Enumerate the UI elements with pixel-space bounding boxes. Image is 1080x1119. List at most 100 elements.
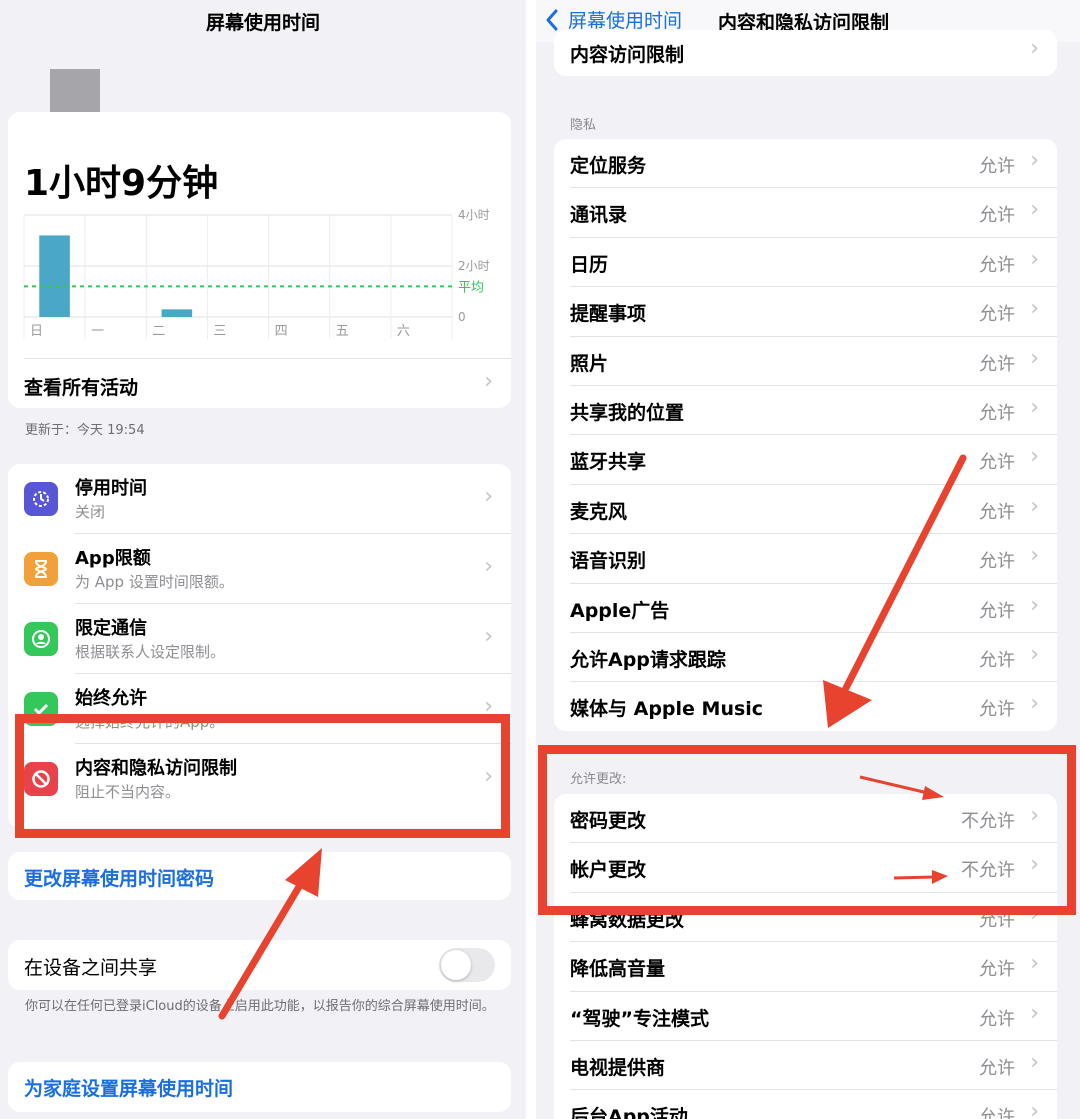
changes-row-value: 允许 [979,1107,1015,1119]
privacy-row-label: Apple广告 [570,599,670,622]
privacy-row-label: 日历 [570,253,609,276]
app-limits-row[interactable]: App限额 为 App 设置时间限额。 › [8,534,511,604]
chevron-right-icon: › [1030,642,1039,667]
privacy-row[interactable]: 提醒事项 允许 › [554,287,1057,336]
privacy-header: 隐私 [570,118,597,133]
changes-row-label: 后台App活动 [570,1106,688,1119]
page-title: 屏幕使用时间 [205,12,320,34]
downtime-title: 停用时间 [75,478,147,499]
privacy-row-label: 语音识别 [570,550,647,573]
privacy-row-label: 定位服务 [570,155,647,177]
privacy-row-value: 允许 [979,353,1015,375]
chevron-right-icon: › [1030,592,1039,618]
y-tick-label: 2小时 [458,259,490,273]
family-setup-card: 为家庭设置屏幕使用时间 [8,1062,511,1112]
chevron-right-icon: › [1030,1099,1039,1119]
privacy-row-value: 允许 [979,304,1015,326]
changes-row-value: 允许 [979,1058,1015,1079]
average-label: 平均 [458,280,484,295]
changes-row-value: 允许 [979,1008,1015,1030]
total-time: 1小时9分钟 [24,163,219,204]
privacy-row-label: 媒体与 Apple Music [570,698,764,721]
family-setup-link[interactable]: 为家庭设置屏幕使用时间 [24,1074,233,1101]
content-restrictions-label[interactable]: 内容访问限制 [570,40,684,67]
highlight-box-content-privacy [15,714,510,838]
privacy-row-value: 允许 [979,600,1015,622]
chevron-right-icon: › [484,624,493,649]
share-across-devices-label: 在设备之间共享 [24,957,158,979]
changes-row-label: 电视提供商 [570,1057,666,1079]
chevron-right-icon: › [1030,246,1039,272]
chevron-right-icon: › [1030,1000,1039,1026]
back-button[interactable]: 屏幕使用时间 [544,6,682,33]
chevron-right-icon: › [1030,1050,1039,1075]
privacy-row[interactable]: 媒体与 Apple Music 允许 › [554,682,1057,731]
privacy-row-value: 允许 [979,551,1015,573]
chevron-right-icon: › [1030,296,1039,322]
always-allowed-title: 始终允许 [75,688,147,709]
privacy-row-label: 照片 [570,352,609,375]
share-toggle[interactable] [439,948,495,982]
privacy-row-value: 允许 [979,156,1015,177]
changes-row[interactable]: 后台App活动 允许 › [554,1090,1057,1119]
highlight-box-allow-changes [538,745,1076,915]
chevron-right-icon: › [1030,197,1039,223]
privacy-row[interactable]: Apple广告 允许 › [554,584,1057,633]
chevron-right-icon: › [1030,691,1039,717]
chevron-right-icon: › [1030,345,1039,371]
privacy-row[interactable]: 语音识别 允许 › [554,534,1057,583]
usage-summary-card: 1小时9分钟 4小时 2小时 0 平均日一二三四五六 查看所有活动 › [8,112,511,408]
changes-row-label: 降低高音量 [570,958,666,981]
x-tick-label: 二 [152,324,165,339]
privacy-row[interactable]: 定位服务 允许 › [554,139,1057,188]
change-passcode-link[interactable]: 更改屏幕使用时间密码 [24,864,214,891]
privacy-row-label: 麦克风 [570,500,628,523]
privacy-row-value: 允许 [979,205,1015,227]
hourglass-icon [24,552,58,586]
see-all-activity-button[interactable] [8,358,511,408]
communication-limits-subtitle: 根据联系人设定限制。 [75,643,226,661]
content-privacy-panel: 屏幕使用时间 内容和隐私访问限制 内容访问限制 › 隐私 定位服务 允许 › 通讯录允… [536,0,1080,1119]
app-limits-subtitle: 为 App 设置时间限额。 [75,573,234,591]
back-label: 屏幕使用时间 [568,10,683,32]
content-restrictions-card: 内容访问限制 › [554,30,1057,76]
privacy-row[interactable]: 照片 允许 › [554,337,1057,386]
privacy-row-label: 共享我的位置 [570,402,685,424]
privacy-row-value: 允许 [979,254,1015,276]
changes-row-label: “驾驶”专注模式 [570,1007,709,1030]
bar-二 [161,309,193,317]
privacy-row-value: 允许 [979,501,1015,523]
privacy-row[interactable]: 麦克风 允许 › [554,485,1057,534]
privacy-row-value: 允许 [979,452,1015,474]
downtime-icon [24,482,58,516]
downtime-row[interactable]: 停用时间 关闭 › [8,464,511,534]
chevron-right-icon: › [484,554,493,579]
privacy-row-label: 允许App请求跟踪 [570,649,726,671]
y-tick-label: 4小时 [458,208,490,222]
x-tick-label: 日 [30,324,43,339]
x-tick-label: 五 [336,324,349,339]
toggle-knob [441,950,471,980]
privacy-row-label: 通讯录 [570,204,628,227]
screen-time-panel: 屏幕使用时间 1小时9分钟 4小时 2小时 0 平均日一二三四五六 查看所有活动 › … [0,0,526,1119]
chevron-right-icon: › [1030,395,1039,420]
privacy-row[interactable]: 允许App请求跟踪 允许 › [554,633,1057,682]
privacy-row[interactable]: 蓝牙共享 允许 › [554,435,1057,484]
privacy-row[interactable]: 通讯录 允许 › [554,188,1057,237]
chevron-right-icon: › [1030,493,1039,519]
privacy-row-label: 提醒事项 [570,303,647,326]
privacy-row[interactable]: 共享我的位置 允许 › [554,386,1057,435]
changes-row[interactable]: 电视提供商 允许 › [554,1041,1057,1090]
share-across-devices-card: 在设备之间共享 [8,940,511,990]
x-tick-label: 一 [91,324,104,339]
changes-row[interactable]: “驾驶”专注模式 允许 › [554,992,1057,1041]
share-note: 你可以在任何已登录iCloud的设备上启用此功能，以报告你的综合屏幕使用时间。 [25,999,495,1014]
chevron-right-icon: › [1030,148,1039,173]
communication-limits-row[interactable]: 限定通信 根据联系人设定限制。 › [8,604,511,674]
changes-row-value: 允许 [979,959,1015,981]
privacy-row[interactable]: 日历 允许 › [554,238,1057,287]
y-tick-label: 0 [458,310,466,324]
changes-row[interactable]: 降低高音量 允许 › [554,942,1057,991]
app-limits-title: App限额 [75,548,151,569]
communication-limits-title: 限定通信 [75,618,147,639]
